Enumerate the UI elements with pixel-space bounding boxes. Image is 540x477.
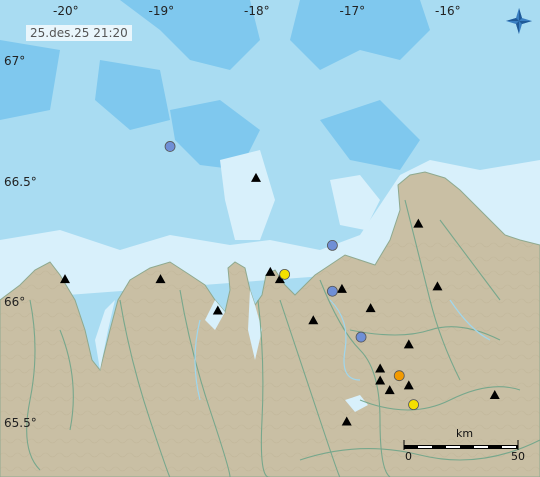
compass-icon[interactable] — [505, 7, 533, 35]
latitude-label: 66° — [4, 295, 26, 310]
earthquake-marker[interactable] — [326, 285, 338, 297]
longitude-label: -18° — [244, 4, 270, 18]
earthquake-marker[interactable] — [326, 239, 338, 251]
scale-end-label: 50 — [511, 450, 525, 463]
longitude-label: -19° — [148, 4, 175, 18]
scale-unit-label: km — [456, 427, 474, 440]
earthquake-marker[interactable] — [164, 141, 176, 152]
map-canvas[interactable] — [0, 0, 540, 477]
latitude-label: 67° — [4, 54, 26, 68]
scale-start-label: 0 — [405, 450, 412, 463]
longitude-label: -17° — [339, 4, 366, 18]
longitude-label: -16° — [435, 4, 461, 18]
earthquake-marker[interactable] — [393, 370, 405, 382]
earthquake-marker[interactable] — [279, 268, 291, 280]
latitude-label: 65.5° — [4, 415, 37, 430]
longitude-label: -20° — [53, 4, 79, 18]
earthquake-marker[interactable] — [355, 331, 367, 343]
latitude-label: 66.5° — [4, 174, 37, 189]
earthquake-marker[interactable] — [408, 399, 419, 411]
timestamp-label: 25.des.25 21:20 — [26, 25, 132, 41]
